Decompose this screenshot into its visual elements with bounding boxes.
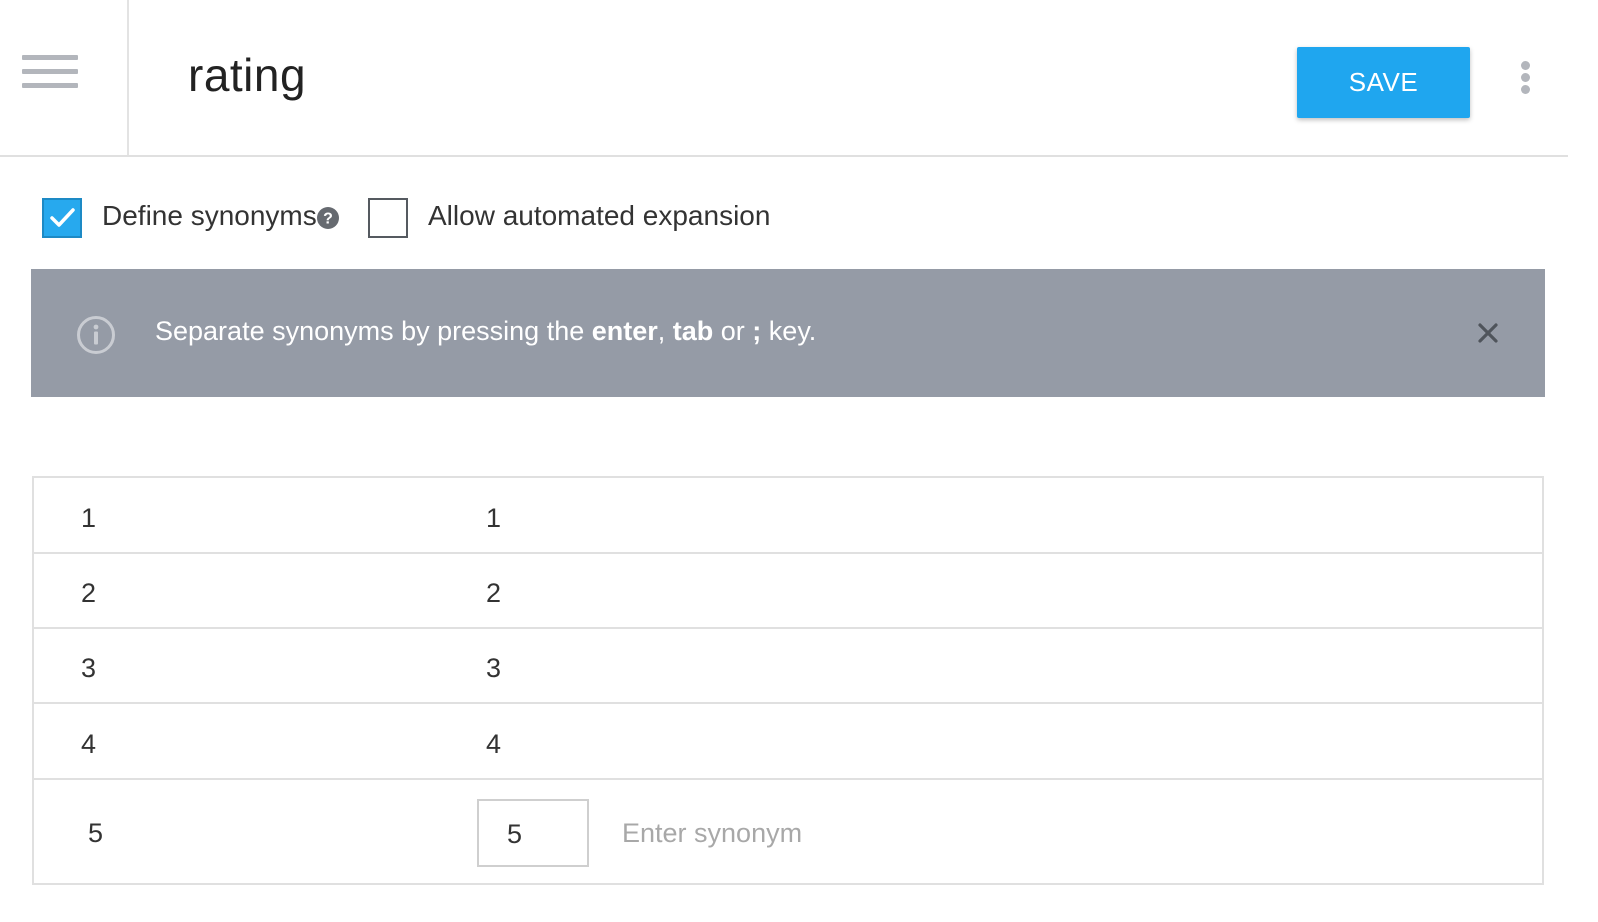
entry-value[interactable]: 1 xyxy=(81,503,96,534)
close-icon[interactable] xyxy=(1475,320,1501,346)
entry-value[interactable]: 4 xyxy=(81,729,96,760)
more-vert-icon[interactable] xyxy=(1516,60,1536,96)
synonym-chip[interactable]: 5 xyxy=(477,799,589,867)
define-synonyms-checkbox[interactable] xyxy=(42,198,82,238)
header-bar: rating SAVE xyxy=(0,0,1568,157)
banner-key-semicolon: ; xyxy=(752,316,762,346)
allow-expansion-checkbox[interactable] xyxy=(368,198,408,238)
banner-text-end: key. xyxy=(761,316,817,346)
banner-text-or: or xyxy=(713,316,753,346)
menu-cell xyxy=(0,0,129,155)
define-synonyms-label[interactable]: Define synonyms xyxy=(102,200,317,232)
table-row-editing[interactable]: 5 5 xyxy=(34,780,1542,883)
synonym-input[interactable] xyxy=(622,813,1022,853)
entry-value[interactable]: 3 xyxy=(81,653,96,684)
banner-comma: , xyxy=(657,316,673,346)
entry-synonyms[interactable]: 3 xyxy=(486,653,501,684)
svg-text:?: ? xyxy=(323,211,333,228)
entry-value[interactable]: 2 xyxy=(81,578,96,609)
table-row[interactable]: 4 4 xyxy=(34,704,1542,780)
entity-title: rating xyxy=(188,49,307,101)
entity-editor-page: rating SAVE Define synonyms ? Allow auto… xyxy=(0,0,1568,922)
banner-text-start: Separate synonyms by pressing the xyxy=(155,316,592,346)
checkmark-icon xyxy=(50,208,75,227)
info-icon xyxy=(77,316,115,354)
info-banner: Separate synonyms by pressing the enter,… xyxy=(31,269,1545,397)
table-row[interactable]: 2 2 xyxy=(34,554,1542,629)
banner-key-tab: tab xyxy=(672,316,714,346)
hamburger-icon[interactable] xyxy=(22,55,78,89)
save-button[interactable]: SAVE xyxy=(1297,47,1470,118)
entry-synonyms[interactable]: 2 xyxy=(486,578,501,609)
entries-table: 1 1 2 2 3 3 4 4 5 5 xyxy=(32,476,1544,885)
banner-message: Separate synonyms by pressing the enter,… xyxy=(155,316,816,347)
entry-synonyms[interactable]: 4 xyxy=(486,729,501,760)
table-row[interactable]: 3 3 xyxy=(34,629,1542,704)
entity-options: Define synonyms ? Allow automated expans… xyxy=(0,190,1568,250)
allow-expansion-label[interactable]: Allow automated expansion xyxy=(428,200,770,232)
help-circle-icon[interactable]: ? xyxy=(316,206,340,230)
entry-synonyms[interactable]: 1 xyxy=(486,503,501,534)
banner-key-enter: enter xyxy=(591,316,658,346)
entry-value[interactable]: 5 xyxy=(88,818,103,849)
table-row[interactable]: 1 1 xyxy=(34,478,1542,554)
